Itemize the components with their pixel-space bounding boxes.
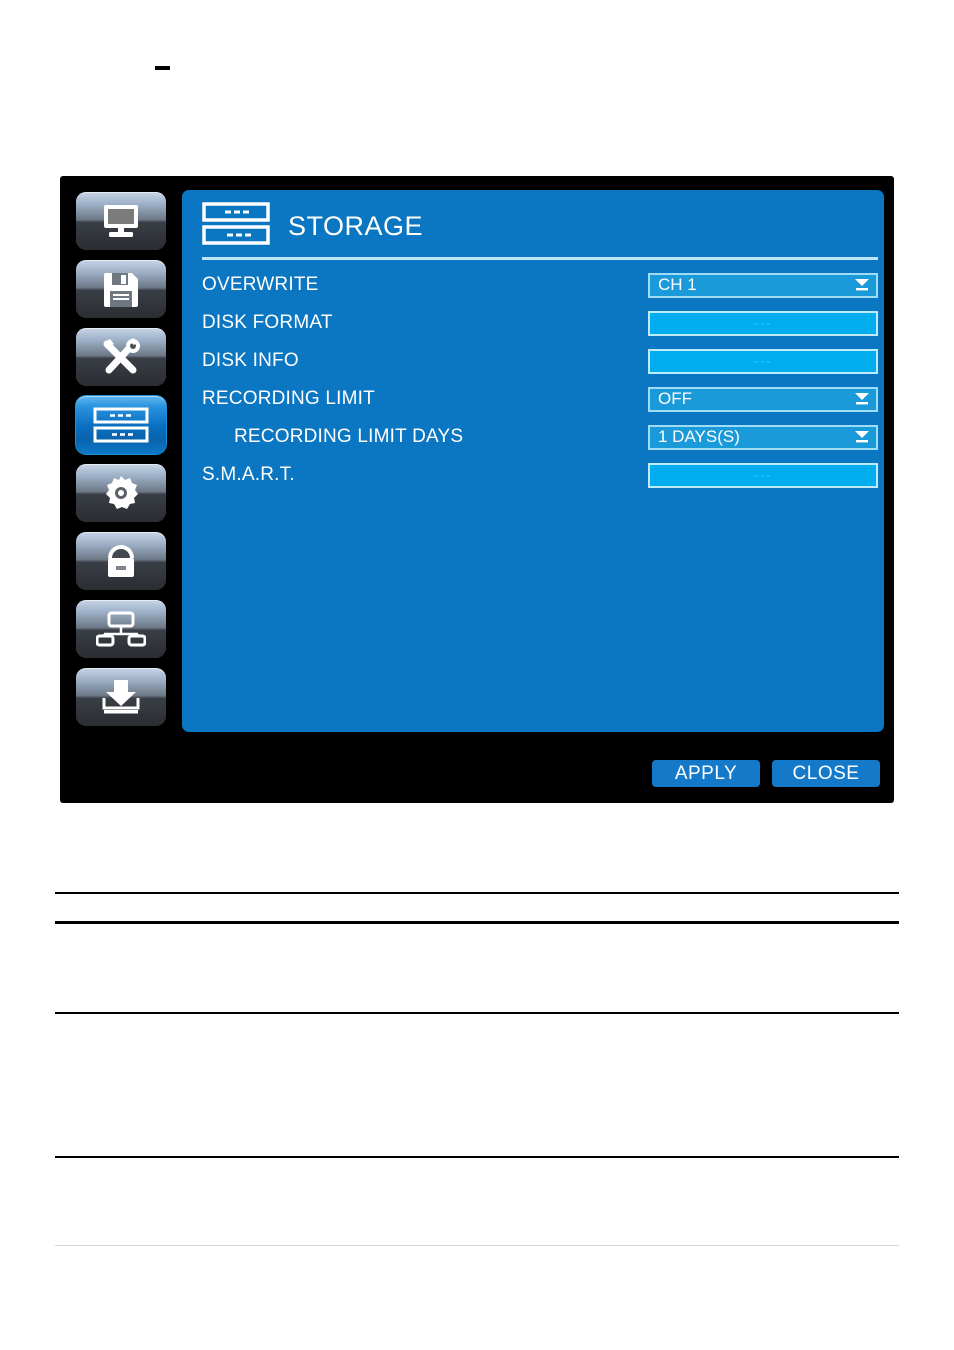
close-button[interactable]: CLOSE — [772, 760, 880, 787]
settings-rows: OVERWRITE CH 1 DISK FORMAT --- DISK INFO… — [202, 266, 878, 494]
sidebar-item-system[interactable] — [76, 464, 166, 522]
row-recording-limit-days: RECORDING LIMIT DAYS 1 DAYS(S) — [202, 418, 878, 456]
storage-settings-dialog: STORAGE OVERWRITE CH 1 DISK FORMAT --- D… — [60, 176, 894, 803]
row-disk-format: DISK FORMAT --- — [202, 304, 878, 342]
page-footer-rule — [55, 1245, 899, 1247]
field-value: --- — [754, 352, 772, 370]
download-icon — [98, 678, 144, 716]
row-overwrite: OVERWRITE CH 1 — [202, 266, 878, 304]
sidebar-icon-rail — [76, 192, 168, 726]
panel-header: STORAGE — [202, 201, 424, 251]
chevron-down-icon — [853, 391, 871, 407]
sidebar-item-display[interactable] — [76, 192, 166, 250]
chevron-down-icon — [853, 277, 871, 293]
smart-button[interactable]: --- — [648, 462, 878, 488]
field-value: CH 1 — [658, 275, 697, 294]
row-label: OVERWRITE — [202, 274, 319, 295]
monitor-icon — [98, 202, 144, 240]
field-value: --- — [754, 466, 772, 484]
recording-limit-select[interactable]: OFF — [648, 386, 878, 412]
lock-icon — [101, 542, 141, 580]
table-rule-top — [55, 892, 899, 894]
chevron-down-icon — [853, 429, 871, 445]
apply-button[interactable]: APPLY — [652, 760, 760, 787]
field-value: --- — [754, 314, 772, 332]
row-recording-limit: RECORDING LIMIT OFF — [202, 380, 878, 418]
row-label: DISK FORMAT — [202, 312, 333, 333]
stray-dash-mark — [155, 66, 170, 70]
storage-rack-icon — [202, 201, 272, 251]
table-rule-bottom — [55, 1156, 899, 1158]
storage-panel: STORAGE OVERWRITE CH 1 DISK FORMAT --- D… — [182, 190, 884, 732]
sidebar-item-network[interactable] — [76, 600, 166, 658]
table-rule-middle — [55, 1012, 899, 1014]
sidebar-item-backup[interactable] — [76, 668, 166, 726]
tools-icon — [99, 338, 143, 376]
network-icon — [96, 611, 146, 647]
page-title: STORAGE — [288, 210, 424, 241]
sidebar-item-record[interactable] — [76, 260, 166, 318]
row-disk-info: DISK INFO --- — [202, 342, 878, 380]
title-separator — [202, 257, 878, 260]
row-label: RECORDING LIMIT — [202, 388, 375, 409]
field-value: 1 DAYS(S) — [658, 427, 740, 446]
disk-info-button[interactable]: --- — [648, 348, 878, 374]
gear-icon — [101, 474, 141, 512]
storage-rack-icon — [93, 407, 149, 443]
table-rule-header — [55, 921, 899, 925]
row-label: RECORDING LIMIT DAYS — [234, 426, 464, 447]
recording-limit-days-select[interactable]: 1 DAYS(S) — [648, 424, 878, 450]
floppy-disk-icon — [101, 270, 141, 308]
sidebar-item-security[interactable] — [76, 532, 166, 590]
row-label: S.M.A.R.T. — [202, 464, 295, 485]
overwrite-select[interactable]: CH 1 — [648, 272, 878, 298]
dialog-footer: APPLY CLOSE — [60, 760, 894, 787]
sidebar-item-storage[interactable] — [76, 396, 166, 454]
row-label: DISK INFO — [202, 350, 299, 371]
disk-format-button[interactable]: --- — [648, 310, 878, 336]
row-smart: S.M.A.R.T. --- — [202, 456, 878, 494]
field-value: OFF — [658, 389, 692, 408]
sidebar-item-tools[interactable] — [76, 328, 166, 386]
